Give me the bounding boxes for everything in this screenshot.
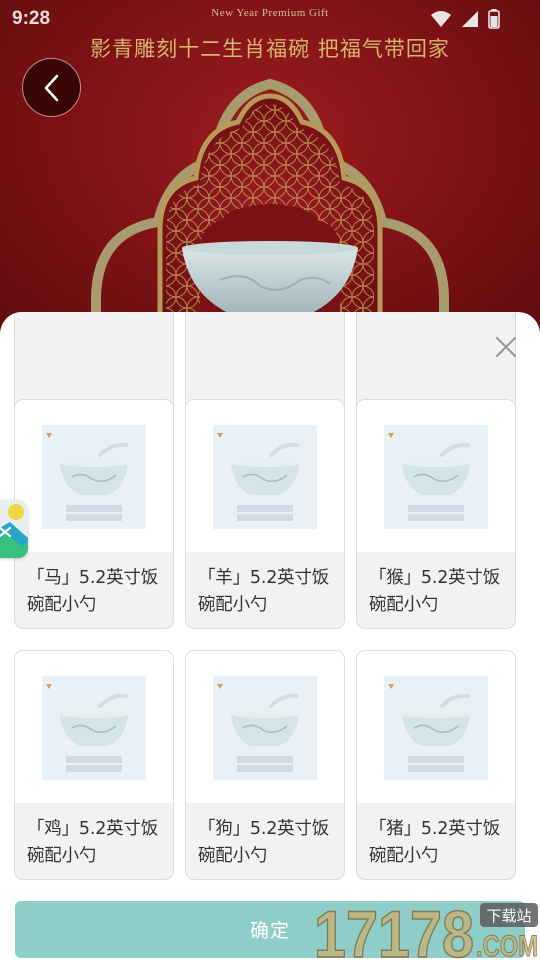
bowl-product-photo bbox=[213, 676, 317, 780]
product-image bbox=[186, 651, 344, 803]
watermark-suffix: .COM bbox=[476, 930, 538, 960]
product-image bbox=[357, 400, 515, 552]
watermark-tag: 下载站 bbox=[486, 907, 531, 925]
product-card-label: 「狗」5.2英寸饭碗配小勺 bbox=[198, 819, 330, 866]
back-button[interactable] bbox=[22, 58, 81, 117]
product-card[interactable]: 「猪」5.2英寸饭碗配小勺 bbox=[356, 650, 516, 880]
product-image bbox=[15, 651, 173, 803]
product-card-label: 「猴」5.2英寸饭碗配小勺 bbox=[369, 568, 501, 615]
bowl-product-photo bbox=[384, 676, 488, 780]
product-card[interactable]: 「狗」5.2英寸饭碗配小勺 bbox=[185, 650, 345, 880]
product-card-label: 「羊」5.2英寸饭碗配小勺 bbox=[198, 568, 330, 615]
product-card[interactable]: 「鸡」5.2英寸饭碗配小勺 bbox=[14, 650, 174, 880]
product-image bbox=[15, 400, 173, 552]
product-image bbox=[357, 651, 515, 803]
chevron-left-icon bbox=[44, 74, 58, 101]
bowl-product-photo bbox=[42, 425, 146, 529]
product-card-label: 「鸡」5.2英寸饭碗配小勺 bbox=[27, 819, 159, 866]
banner-headline: 影青雕刻十二生肖福碗 把福气带回家 bbox=[90, 37, 450, 61]
close-icon bbox=[495, 336, 517, 358]
landscape-image-icon bbox=[0, 500, 28, 558]
bowl-product-photo bbox=[42, 676, 146, 780]
product-card[interactable]: 「马」5.2英寸饭碗配小勺 bbox=[14, 399, 174, 629]
gift-banner: 9:28 New Year Premium Gift 影青雕刻十二生肖福碗 把福… bbox=[0, 0, 540, 340]
watermark-logo: 17178 .COM 下载站 bbox=[314, 902, 539, 960]
floating-side-widget[interactable] bbox=[0, 500, 28, 558]
product-card[interactable]: 「羊」5.2英寸饭碗配小勺 bbox=[185, 399, 345, 629]
product-card-label: 「猪」5.2英寸饭碗配小勺 bbox=[369, 819, 501, 866]
close-button[interactable] bbox=[493, 334, 519, 360]
watermark-number: 17178 bbox=[314, 902, 474, 960]
banner-brand-subtitle: New Year Premium Gift bbox=[211, 7, 329, 19]
product-image bbox=[186, 400, 344, 552]
bowl-product-photo bbox=[384, 425, 488, 529]
product-card-label: 「马」5.2英寸饭碗配小勺 bbox=[27, 568, 159, 615]
bowl-product-photo bbox=[213, 425, 317, 529]
product-card[interactable]: 「猴」5.2英寸饭碗配小勺 bbox=[356, 399, 516, 629]
